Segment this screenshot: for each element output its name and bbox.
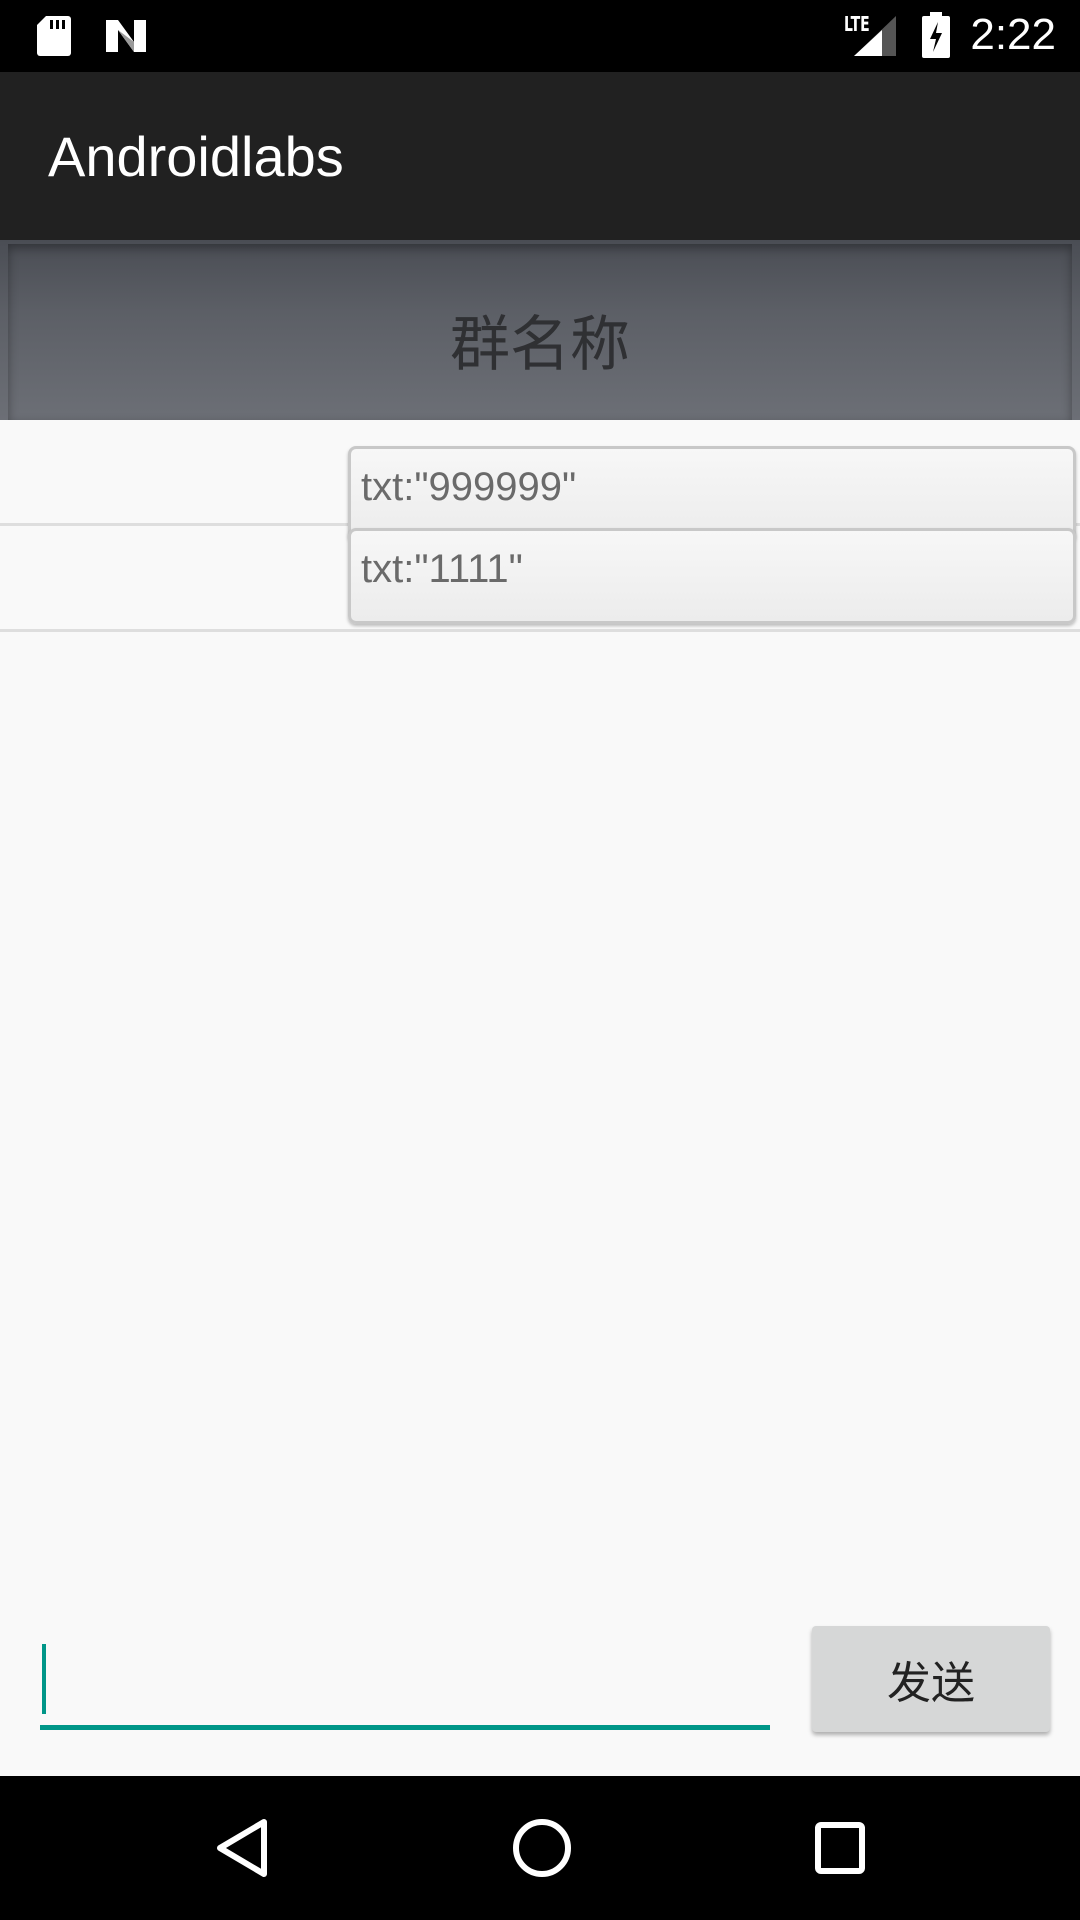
back-icon[interactable]: [212, 1816, 272, 1884]
text-cursor: [42, 1644, 46, 1714]
clock: 2:22: [970, 10, 1056, 59]
app-bar: Androidlabs: [0, 72, 1080, 240]
group-name: 群名称: [450, 310, 630, 380]
message-list[interactable]: txt:"999999" txt:"1111": [0, 420, 1080, 632]
message-input[interactable]: [40, 1640, 770, 1730]
group-header: 群名称: [0, 240, 1080, 420]
signal-icon: [852, 14, 898, 62]
list-item[interactable]: txt:"1111": [0, 526, 1080, 632]
composer: 发送: [0, 1610, 1080, 1776]
status-bar: LTE 2:22: [0, 0, 1080, 72]
list-item[interactable]: txt:"999999": [0, 420, 1080, 542]
recents-icon[interactable]: [810, 1816, 870, 1884]
send-button[interactable]: 发送: [812, 1626, 1050, 1732]
message-bubble[interactable]: txt:"1111": [348, 528, 1076, 624]
navigation-bar: [0, 1776, 1080, 1920]
home-icon[interactable]: [510, 1816, 574, 1884]
n-notification-icon: [104, 16, 148, 60]
app-title: Androidlabs: [48, 125, 344, 188]
battery-charging-icon: [922, 12, 950, 62]
sd-card-icon: [36, 14, 72, 62]
